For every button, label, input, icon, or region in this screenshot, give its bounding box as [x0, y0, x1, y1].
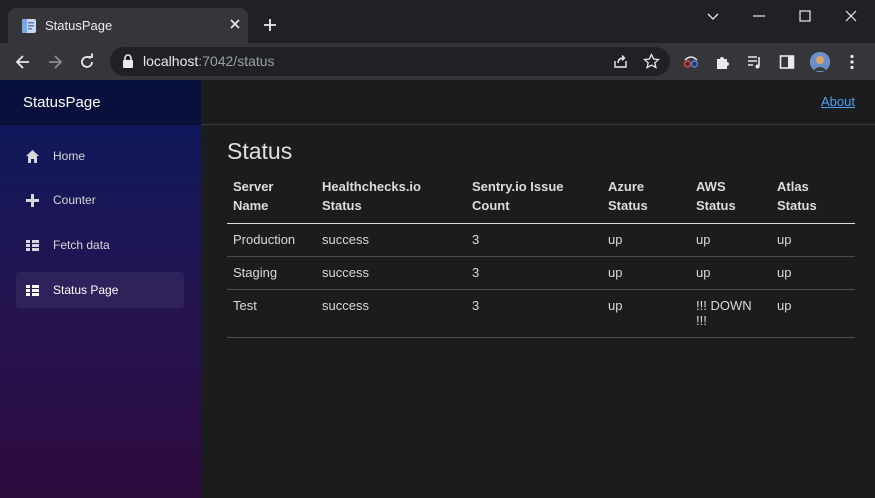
table-row: Production success 3 up up up [227, 223, 855, 257]
table-cell: up [771, 256, 855, 290]
table-cell: Staging [227, 256, 316, 290]
header-line: AWS [696, 179, 726, 194]
header-line: Server [233, 179, 274, 194]
table-cell: 3 [466, 256, 602, 290]
column-header-azure-status: Azure Status [602, 177, 690, 224]
media-queue-icon[interactable] [746, 53, 764, 71]
table-cell: success [316, 223, 466, 257]
home-icon [26, 150, 39, 163]
table-cell: up [602, 223, 690, 257]
plus-icon [26, 194, 39, 207]
sidebar-item-counter[interactable]: Counter [16, 182, 184, 218]
page: StatusPage Home Counter Fetch data Statu… [0, 80, 875, 498]
plus-icon[interactable] [262, 17, 278, 33]
table-cell: up [690, 223, 771, 257]
forward-arrow-icon[interactable] [46, 53, 64, 71]
brand-link[interactable]: StatusPage [23, 94, 101, 111]
column-header-healthchecks-status: Healthchecks.io Status [316, 177, 466, 224]
table-cell: up [771, 289, 855, 338]
puzzle-icon[interactable] [714, 53, 732, 71]
browser-titlebar: StatusPage [0, 0, 875, 43]
column-header-server-name: Server Name [227, 177, 316, 224]
table-row: Test success 3 up !!! DOWN !!! up [227, 289, 855, 338]
sidebar-item-status-page[interactable]: Status Page [16, 272, 184, 308]
sidebar-item-fetch-data[interactable]: Fetch data [16, 227, 184, 263]
header-line: Sentry.io Issue [472, 179, 564, 194]
header-line: Atlas [777, 179, 809, 194]
maximize-icon[interactable] [797, 8, 813, 24]
table-cell: Production [227, 223, 316, 257]
header-line: Count [472, 198, 510, 213]
header-line: Status [608, 198, 648, 213]
header-line: Azure [608, 179, 645, 194]
close-icon[interactable] [227, 16, 243, 32]
header-line: Status [322, 198, 362, 213]
brand-bar: StatusPage [0, 80, 201, 125]
page-title: Status [227, 138, 293, 164]
back-arrow-icon[interactable] [14, 53, 32, 71]
star-icon[interactable] [643, 53, 660, 70]
about-link[interactable]: About [821, 94, 855, 109]
side-panel-icon[interactable] [778, 53, 796, 71]
header-line: Status [777, 198, 817, 213]
table-header-row: Server Name Healthchecks.io Status Sentry.… [227, 177, 855, 224]
list-icon [26, 240, 39, 251]
share-icon[interactable] [612, 53, 629, 70]
sidebar: StatusPage Home Counter Fetch data Statu… [0, 80, 201, 498]
header-line: Status [696, 198, 736, 213]
url-text[interactable]: localhost:7042/status [143, 53, 275, 69]
table-cell: up [771, 223, 855, 257]
address-bar[interactable]: localhost:7042/status [110, 47, 670, 76]
table-cell: success [316, 256, 466, 290]
sidebar-item-label: Counter [53, 193, 96, 207]
header-line: Name [233, 198, 269, 213]
header-line: Healthchecks.io [322, 179, 421, 194]
table-cell: !!! DOWN !!! [690, 289, 771, 338]
column-header-sentry-issue-count: Sentry.io Issue Count [466, 177, 602, 224]
table-cell: up [602, 289, 690, 338]
table-cell: up [602, 256, 690, 290]
list-icon [26, 285, 39, 296]
table-cell: success [316, 289, 466, 338]
column-header-aws-status: AWS Status [690, 177, 771, 224]
tab-title: StatusPage [45, 18, 113, 33]
main-content: Status Server Name Healthchecks.io Status … [227, 138, 855, 338]
sidebar-item-label: Fetch data [53, 238, 110, 252]
sidebar-item-label: Home [53, 149, 86, 163]
page-favicon-icon [22, 19, 36, 33]
kebab-menu-icon[interactable] [843, 53, 861, 71]
sidebar-item-label: Status Page [53, 283, 119, 297]
chevron-down-icon[interactable] [705, 8, 721, 24]
table-cell: Test [227, 289, 316, 338]
browser-tab[interactable]: StatusPage [8, 8, 248, 43]
lock-icon[interactable] [121, 54, 135, 69]
minimize-icon[interactable] [751, 8, 767, 24]
table-cell: 3 [466, 223, 602, 257]
reload-icon[interactable] [78, 53, 96, 71]
close-window-icon[interactable] [843, 8, 859, 24]
avatar[interactable] [810, 52, 830, 72]
url-host: localhost [143, 53, 199, 69]
top-row: About [201, 80, 875, 125]
profile-avatar-icon [810, 52, 830, 72]
column-header-atlas-status: Atlas Status [771, 177, 855, 224]
url-path: :7042/status [198, 53, 275, 69]
sidebar-item-home[interactable]: Home [16, 138, 184, 174]
table-cell: 3 [466, 289, 602, 338]
status-table: Server Name Healthchecks.io Status Sentry.… [227, 177, 855, 338]
extension-spy-icon[interactable] [682, 53, 700, 71]
browser-toolbar: localhost:7042/status [0, 43, 875, 80]
table-row: Staging success 3 up up up [227, 256, 855, 290]
table-cell: up [690, 256, 771, 290]
